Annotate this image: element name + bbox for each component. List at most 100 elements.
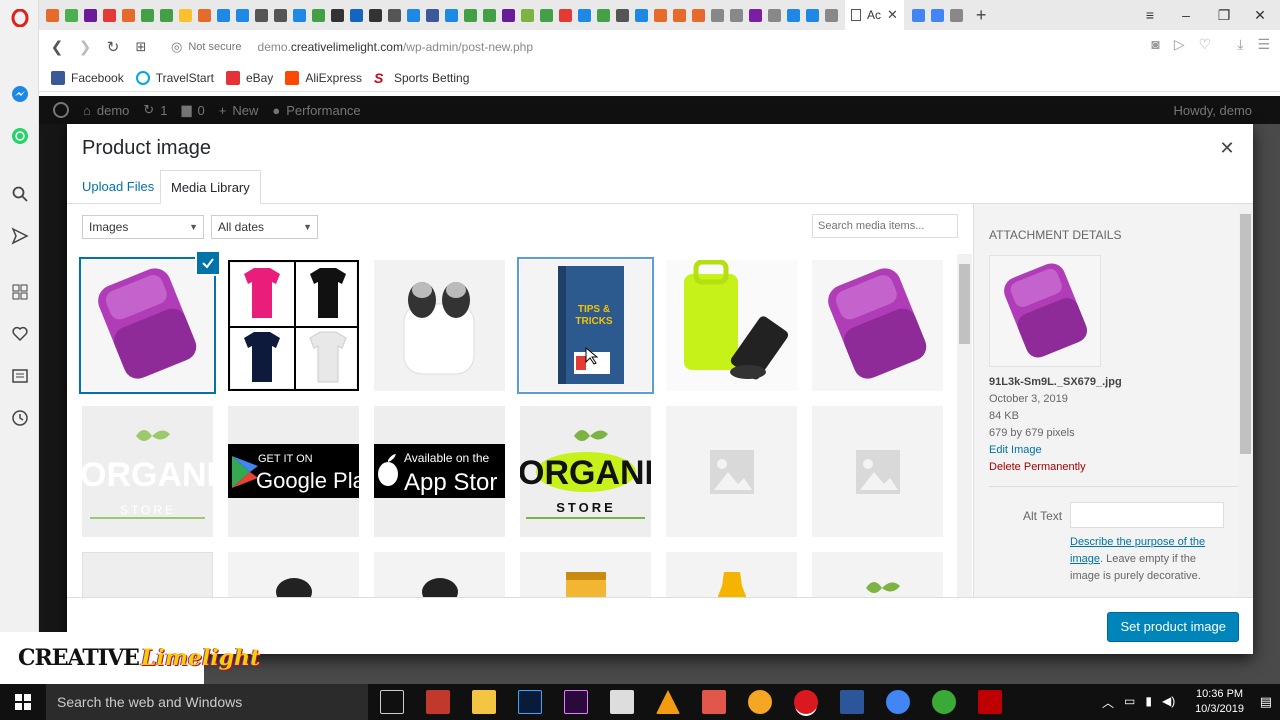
volume-icon[interactable]: ◀): [1162, 694, 1175, 711]
speed-dial-grid-icon[interactable]: ⊞: [127, 33, 155, 61]
tab-favicon-google-2[interactable]: [930, 8, 944, 22]
close-tab-icon[interactable]: ✕: [887, 7, 898, 23]
plus-icon[interactable]: +: [219, 103, 227, 118]
background-tabs[interactable]: [43, 8, 841, 22]
thumbnail-row3-6[interactable]: [812, 552, 943, 597]
task-view-icon[interactable]: [380, 690, 404, 714]
bookmark-ebay[interactable]: eBay: [225, 70, 273, 85]
home-icon[interactable]: ⌂: [83, 103, 91, 118]
admin-bar-performance[interactable]: Performance: [286, 103, 360, 118]
tab-favicon-grid[interactable]: [949, 8, 963, 22]
details-scrollbar[interactable]: [1238, 204, 1253, 597]
opera-logo-icon[interactable]: [10, 8, 29, 27]
admin-bar-howdy[interactable]: Howdy, demo: [1173, 103, 1252, 118]
send-icon[interactable]: [10, 226, 29, 245]
new-tab-icon[interactable]: +: [976, 5, 987, 26]
file-explorer-icon[interactable]: [472, 690, 496, 714]
wordpress-logo-icon[interactable]: [53, 102, 69, 118]
filter-type-select[interactable]: Images ▼: [82, 215, 204, 239]
thumbnail-purple-wallet-case-2[interactable]: [812, 260, 943, 391]
edit-image-link[interactable]: Edit Image: [989, 444, 1042, 456]
close-window-icon[interactable]: ✕: [1242, 0, 1278, 30]
admin-bar-new[interactable]: New: [232, 103, 258, 118]
tab-favicon-google[interactable]: [911, 8, 925, 22]
presentation-app-icon[interactable]: [702, 690, 726, 714]
filter-date-select[interactable]: All dates ▼: [211, 215, 318, 239]
thumbnail-tips-tricks-book[interactable]: TIPS & TRICKS: [520, 260, 651, 391]
windows-start-icon[interactable]: [0, 684, 46, 720]
tab-upload-files[interactable]: Upload Files: [72, 170, 164, 204]
selected-check-icon[interactable]: [196, 251, 220, 275]
url-field[interactable]: demo.creativelimelight.com/wp-admin/post…: [258, 40, 533, 54]
thumbnail-organic-logo-faded[interactable]: ORGANI STORE: [82, 406, 213, 537]
set-product-image-button[interactable]: Set product image: [1107, 612, 1239, 642]
thumbnail-row3-4[interactable]: [520, 552, 651, 597]
media-player-icon[interactable]: [748, 690, 772, 714]
speed-dial-icon[interactable]: [10, 282, 29, 301]
thumbnail-row3-5[interactable]: [666, 552, 797, 597]
bookmark-facebook[interactable]: Facebook: [51, 70, 124, 85]
messenger-icon[interactable]: [10, 84, 29, 103]
media-grid-scrollbar[interactable]: [957, 254, 972, 597]
history-icon[interactable]: [10, 408, 29, 427]
minimize-icon[interactable]: –: [1168, 0, 1204, 30]
bookmark-travelstart[interactable]: TravelStart: [135, 70, 214, 85]
camera-icon[interactable]: ◙: [1151, 36, 1159, 53]
notifications-icon[interactable]: ▤: [1260, 694, 1272, 710]
tray-chevron-icon[interactable]: ︿: [1102, 694, 1114, 711]
winrar-icon[interactable]: [426, 690, 450, 714]
bookmark-aliexpress[interactable]: AliExpress: [285, 70, 362, 85]
reload-icon[interactable]: ↻: [99, 33, 127, 61]
filezilla-icon[interactable]: [978, 690, 1002, 714]
thumbnail-row3-1[interactable]: [82, 552, 213, 597]
thumbnail-google-play-badge[interactable]: GET IT ON Google Pla: [228, 406, 359, 537]
download-icon[interactable]: ⤓: [1237, 36, 1243, 53]
updates-icon[interactable]: ↻: [143, 102, 154, 118]
word-icon[interactable]: [840, 690, 864, 714]
store-icon[interactable]: [610, 690, 634, 714]
search-media-input[interactable]: [812, 214, 958, 238]
thumbnail-earbuds[interactable]: [374, 260, 505, 391]
battery-icon[interactable]: ▮: [1145, 694, 1152, 711]
search-icon[interactable]: [10, 184, 29, 203]
comments-icon[interactable]: ▆: [182, 102, 192, 118]
network-icon[interactable]: ▭: [1124, 694, 1135, 711]
tab-media-library[interactable]: Media Library: [160, 170, 261, 204]
opera-taskbar-icon[interactable]: [794, 690, 818, 714]
tab-active[interactable]: Ac ✕: [845, 0, 904, 30]
admin-bar-site[interactable]: demo: [97, 103, 130, 118]
taskbar-clock[interactable]: 10:36 PM 10/3/2019: [1195, 687, 1244, 717]
vlc-icon[interactable]: [656, 690, 680, 714]
thumbnail-row3-2[interactable]: [228, 552, 359, 597]
menu-icon[interactable]: ☰: [1257, 36, 1270, 53]
thumbnail-placeholder[interactable]: [666, 406, 797, 537]
thumbnail-placeholder-2[interactable]: [812, 406, 943, 537]
site-security[interactable]: ◎ Not secure: [171, 39, 242, 55]
thumbnail-row3-3[interactable]: [374, 552, 505, 597]
delete-permanently-link[interactable]: Delete Permanently: [989, 461, 1086, 473]
alt-text-field[interactable]: [1070, 502, 1224, 528]
thumbnail-neon-pouch[interactable]: [666, 260, 797, 391]
admin-bar-updates[interactable]: 1: [160, 103, 167, 118]
utorrent-icon[interactable]: [932, 690, 956, 714]
close-modal-icon[interactable]: ✕: [1217, 138, 1237, 159]
admin-bar-comments[interactable]: 0: [198, 103, 205, 118]
share-icon[interactable]: ▷: [1174, 36, 1185, 53]
tab-menu-icon[interactable]: ≡: [1132, 0, 1168, 30]
forward-icon[interactable]: ❯: [71, 33, 99, 61]
thumbnail-purple-wallet-case[interactable]: [82, 260, 213, 391]
back-icon[interactable]: ❮: [43, 33, 71, 61]
photoshop-icon[interactable]: [518, 690, 542, 714]
taskbar-search-box[interactable]: Search the web and Windows: [46, 684, 368, 720]
premiere-icon[interactable]: [564, 690, 588, 714]
news-icon[interactable]: [10, 366, 29, 385]
performance-icon[interactable]: ●: [272, 103, 280, 118]
thumbnail-app-store-badge[interactable]: Available on the App Stor: [374, 406, 505, 537]
bookmark-sports-betting[interactable]: S Sports Betting: [374, 71, 469, 85]
chrome-icon[interactable]: [886, 690, 910, 714]
heart-icon[interactable]: [10, 324, 29, 343]
thumbnail-organic-logo[interactable]: ORGANI STORE: [520, 406, 651, 537]
thumbnail-polo-shirts[interactable]: [228, 260, 359, 391]
maximize-icon[interactable]: ❐: [1206, 0, 1242, 30]
whatsapp-icon[interactable]: [10, 126, 29, 145]
